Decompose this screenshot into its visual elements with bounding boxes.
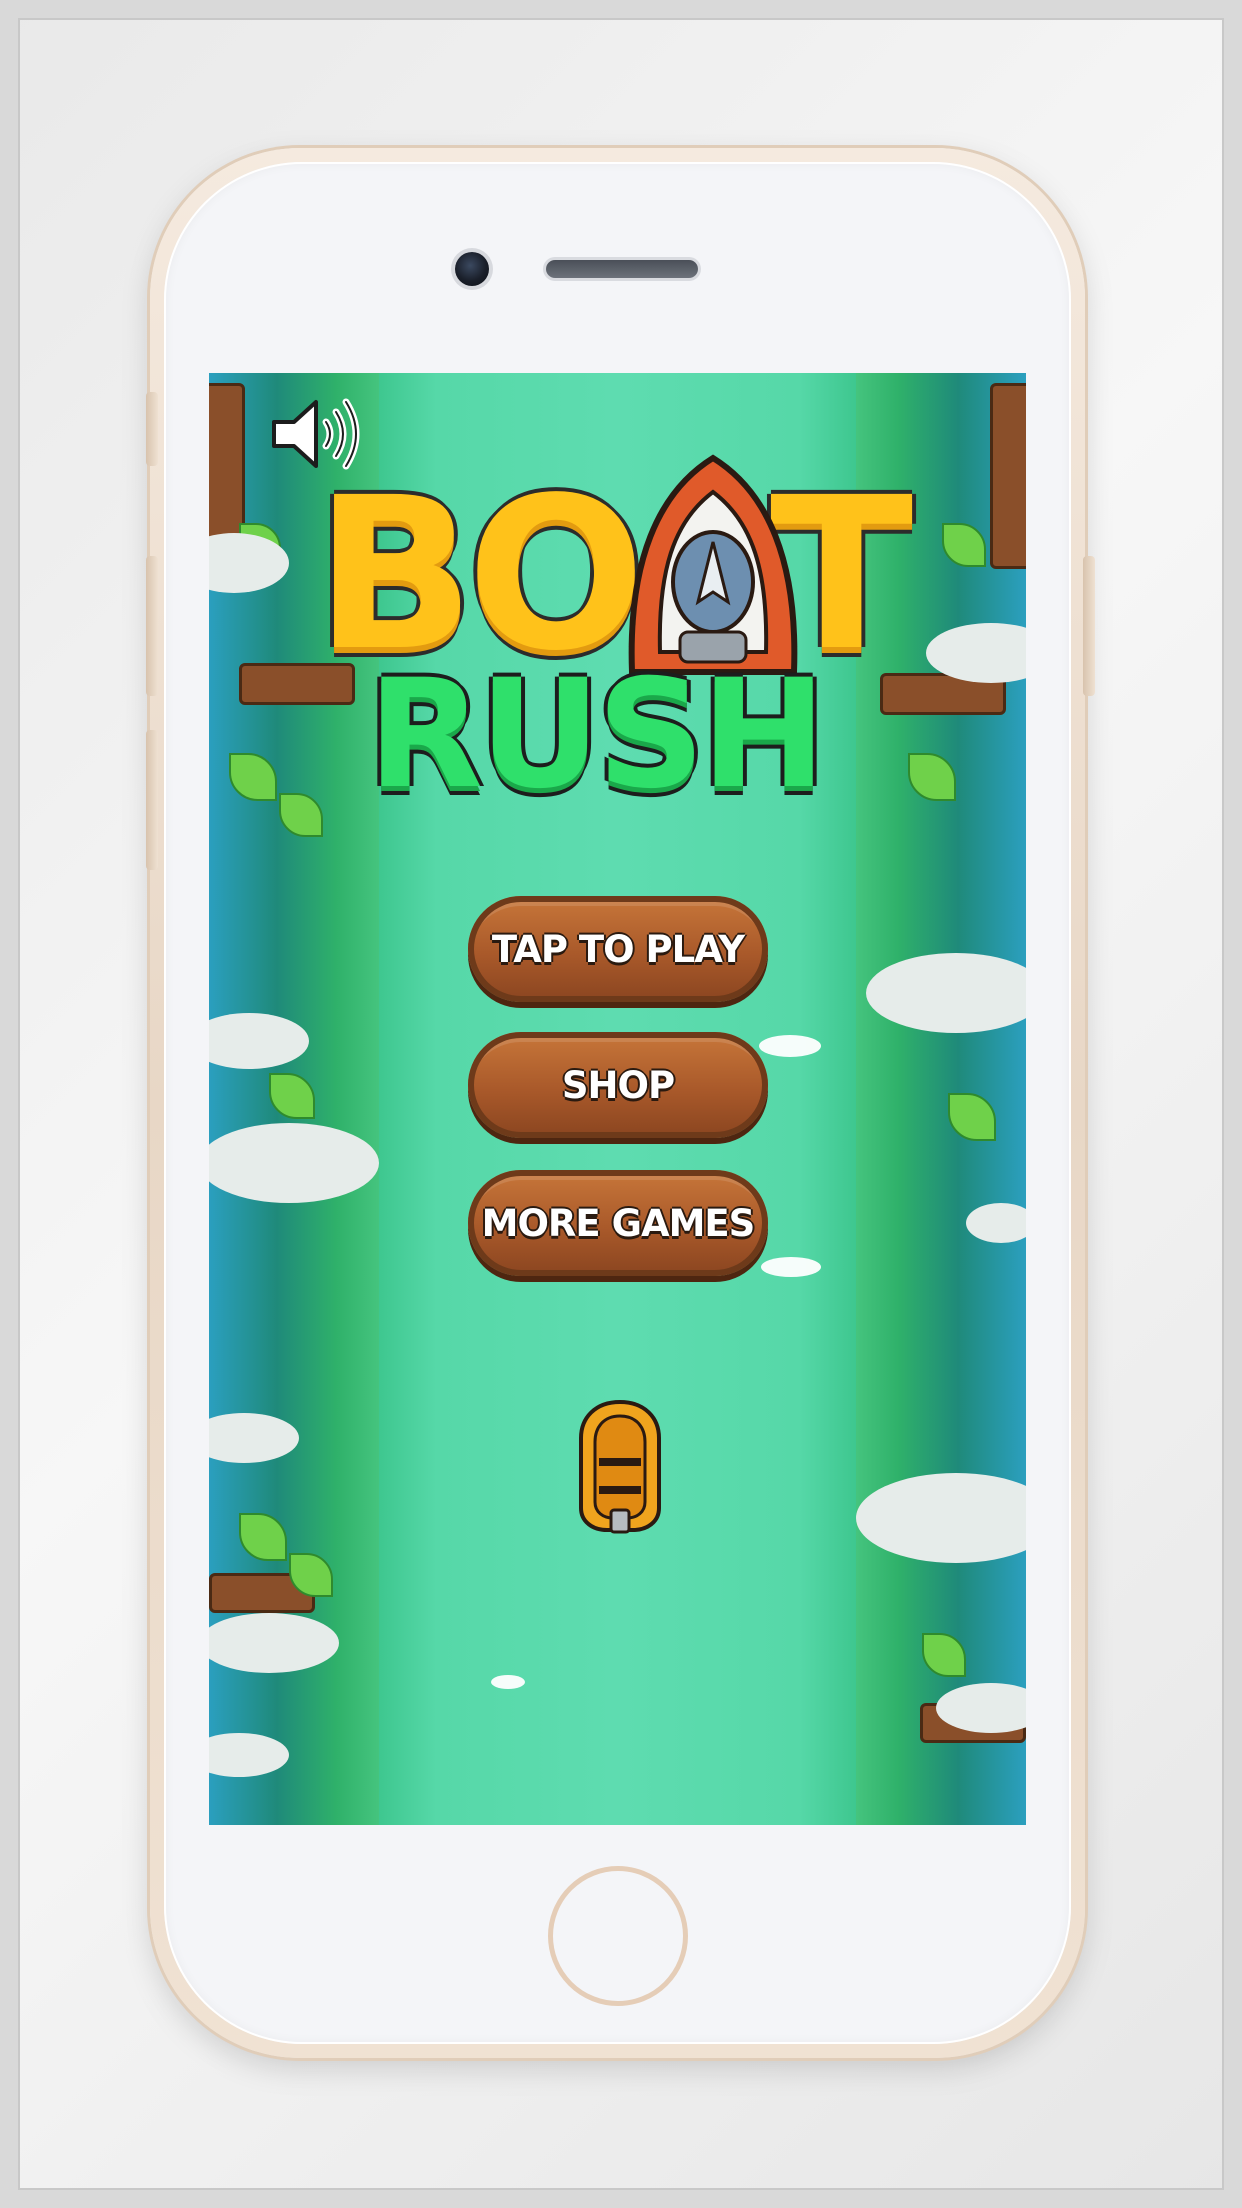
cloud bbox=[209, 1613, 339, 1673]
cloud bbox=[209, 1013, 309, 1069]
water-foam bbox=[491, 1675, 525, 1689]
cloud bbox=[209, 1733, 289, 1777]
more-games-label: MORE GAMES bbox=[481, 1201, 756, 1245]
leaf bbox=[279, 793, 323, 837]
more-games-button[interactable]: MORE GAMES bbox=[468, 1170, 768, 1276]
cloud bbox=[856, 1473, 1026, 1563]
leaf bbox=[922, 1633, 966, 1677]
leaf bbox=[239, 1513, 287, 1561]
rubber-boat-icon bbox=[579, 1399, 661, 1534]
phone-side-button bbox=[146, 392, 158, 466]
phone-side-button bbox=[1083, 556, 1095, 696]
tree-trunk bbox=[990, 383, 1026, 569]
water-foam bbox=[761, 1257, 821, 1277]
tap-to-play-label: TAP TO PLAY bbox=[491, 927, 745, 971]
phone-side-button bbox=[146, 730, 158, 870]
home-button[interactable] bbox=[548, 1866, 688, 2006]
cloud bbox=[209, 1413, 299, 1463]
shop-button[interactable]: SHOP bbox=[468, 1032, 768, 1138]
cloud bbox=[966, 1203, 1026, 1243]
leaf bbox=[229, 753, 277, 801]
front-camera bbox=[455, 252, 489, 286]
leaf bbox=[269, 1073, 315, 1119]
tap-to-play-button[interactable]: TAP TO PLAY bbox=[468, 896, 768, 1002]
leaf bbox=[948, 1093, 996, 1141]
water-foam bbox=[759, 1035, 821, 1057]
leaf bbox=[908, 753, 956, 801]
leaf bbox=[942, 523, 986, 567]
game-title-rush: RUSH bbox=[367, 648, 827, 822]
earpiece-speaker bbox=[546, 260, 698, 278]
shop-label: SHOP bbox=[561, 1063, 675, 1107]
cloud bbox=[866, 953, 1026, 1033]
phone-side-button bbox=[146, 556, 158, 696]
cloud bbox=[209, 1123, 379, 1203]
